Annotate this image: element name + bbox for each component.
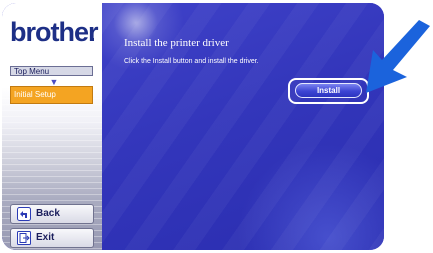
back-arrow-icon — [17, 207, 31, 221]
exit-label: Exit — [36, 232, 55, 243]
content-panel: Install the printer driver Click the Ins… — [102, 3, 384, 250]
installer-window: brother Top Menu ▼ Initial Setup Back Ex… — [2, 3, 384, 250]
install-button[interactable]: Install — [295, 83, 362, 98]
instruction-text: Click the Install button and install the… — [124, 58, 259, 65]
brother-logo: brother — [10, 17, 98, 47]
sidebar-item-initial-setup: Initial Setup — [10, 86, 93, 104]
exit-door-icon — [17, 231, 31, 245]
pointer-arrow-icon — [366, 20, 430, 93]
exit-button[interactable]: Exit — [10, 228, 94, 248]
logo-dot — [91, 38, 94, 41]
page-title: Install the printer driver — [124, 37, 229, 49]
back-label: Back — [36, 208, 60, 219]
top-menu-link[interactable]: Top Menu — [10, 66, 93, 76]
back-button[interactable]: Back — [10, 204, 94, 224]
sidebar: brother Top Menu ▼ Initial Setup Back Ex… — [2, 3, 102, 250]
